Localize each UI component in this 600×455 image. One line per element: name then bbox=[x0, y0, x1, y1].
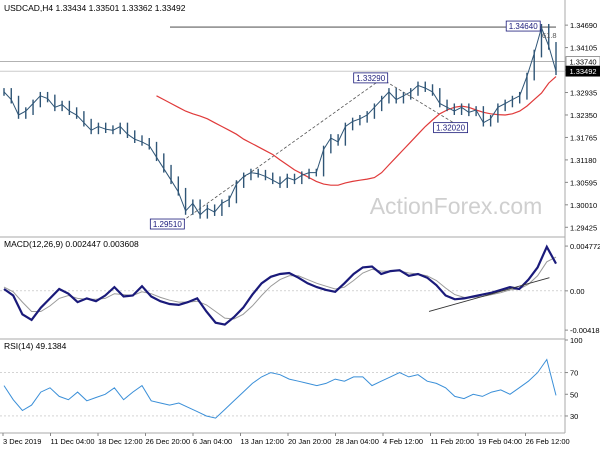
rsi-panel-title: RSI(14) 49.1384 bbox=[4, 341, 67, 351]
price-label-text: 1.29510 bbox=[153, 220, 182, 229]
price-y-tick-label: 1.31765 bbox=[570, 133, 597, 142]
rsi-y-tick-label: 100 bbox=[570, 336, 583, 345]
x-tick-label: 6 Jan 04:00 bbox=[193, 437, 232, 446]
x-tick-label: 26 Dec 20:00 bbox=[146, 437, 191, 446]
x-tick-label: 28 Jan 04:00 bbox=[336, 437, 379, 446]
price-y-tick-label: 1.29425 bbox=[570, 223, 597, 232]
price-y-tick-label: 1.34690 bbox=[570, 21, 597, 30]
rsi-y-tick-label: 70 bbox=[570, 369, 578, 378]
x-tick-label: 11 Feb 20:00 bbox=[431, 437, 475, 446]
x-tick-label: 3 Dec 2019 bbox=[3, 437, 41, 446]
rsi-y-tick-label: 50 bbox=[570, 390, 578, 399]
price-label-text: 1.32020 bbox=[436, 124, 465, 133]
x-tick-label: 11 Dec 04:00 bbox=[51, 437, 95, 446]
macd-y-tick-label: 0.004772 bbox=[570, 242, 600, 251]
fib-label: 61.8 bbox=[542, 31, 557, 40]
level-badge-text: 1.33492 bbox=[569, 67, 596, 76]
price-label-text: 1.33290 bbox=[356, 74, 385, 83]
chart-svg: ActionForex.com USDCAD,H4 1.33434 1.3350… bbox=[0, 0, 600, 450]
x-tick-label: 4 Feb 12:00 bbox=[383, 437, 423, 446]
chart-root: ActionForex.com USDCAD,H4 1.33434 1.3350… bbox=[0, 0, 600, 450]
price-y-tick-label: 1.31180 bbox=[570, 156, 597, 165]
x-tick-label: 18 Dec 12:00 bbox=[98, 437, 143, 446]
price-y-tick-label: 1.32350 bbox=[570, 111, 597, 120]
watermark-text: ActionForex.com bbox=[370, 193, 543, 219]
price-y-tick-label: 1.30595 bbox=[570, 178, 597, 187]
macd-y-tick-label: 0.00 bbox=[570, 287, 585, 296]
x-tick-label: 26 Feb 12:00 bbox=[526, 437, 570, 446]
level-badge-text: 1.33740 bbox=[569, 58, 596, 67]
price-y-tick-label: 1.32935 bbox=[570, 89, 597, 98]
macd-y-tick-label: -0.004186 bbox=[570, 326, 600, 335]
price-y-tick-label: 1.30010 bbox=[570, 201, 597, 210]
x-tick-label: 20 Jan 20:00 bbox=[288, 437, 331, 446]
price-y-tick-label: 1.34105 bbox=[570, 44, 597, 53]
rsi-y-tick-label: 30 bbox=[570, 412, 578, 421]
price-label-text: 1.34640 bbox=[509, 22, 538, 31]
price-panel-title: USDCAD,H4 1.33434 1.33501 1.33362 1.3349… bbox=[4, 3, 186, 13]
x-tick-label: 13 Jan 12:00 bbox=[241, 437, 284, 446]
macd-panel-title: MACD(12,26,9) 0.002447 0.003608 bbox=[4, 239, 139, 249]
x-tick-label: 19 Feb 04:00 bbox=[478, 437, 522, 446]
